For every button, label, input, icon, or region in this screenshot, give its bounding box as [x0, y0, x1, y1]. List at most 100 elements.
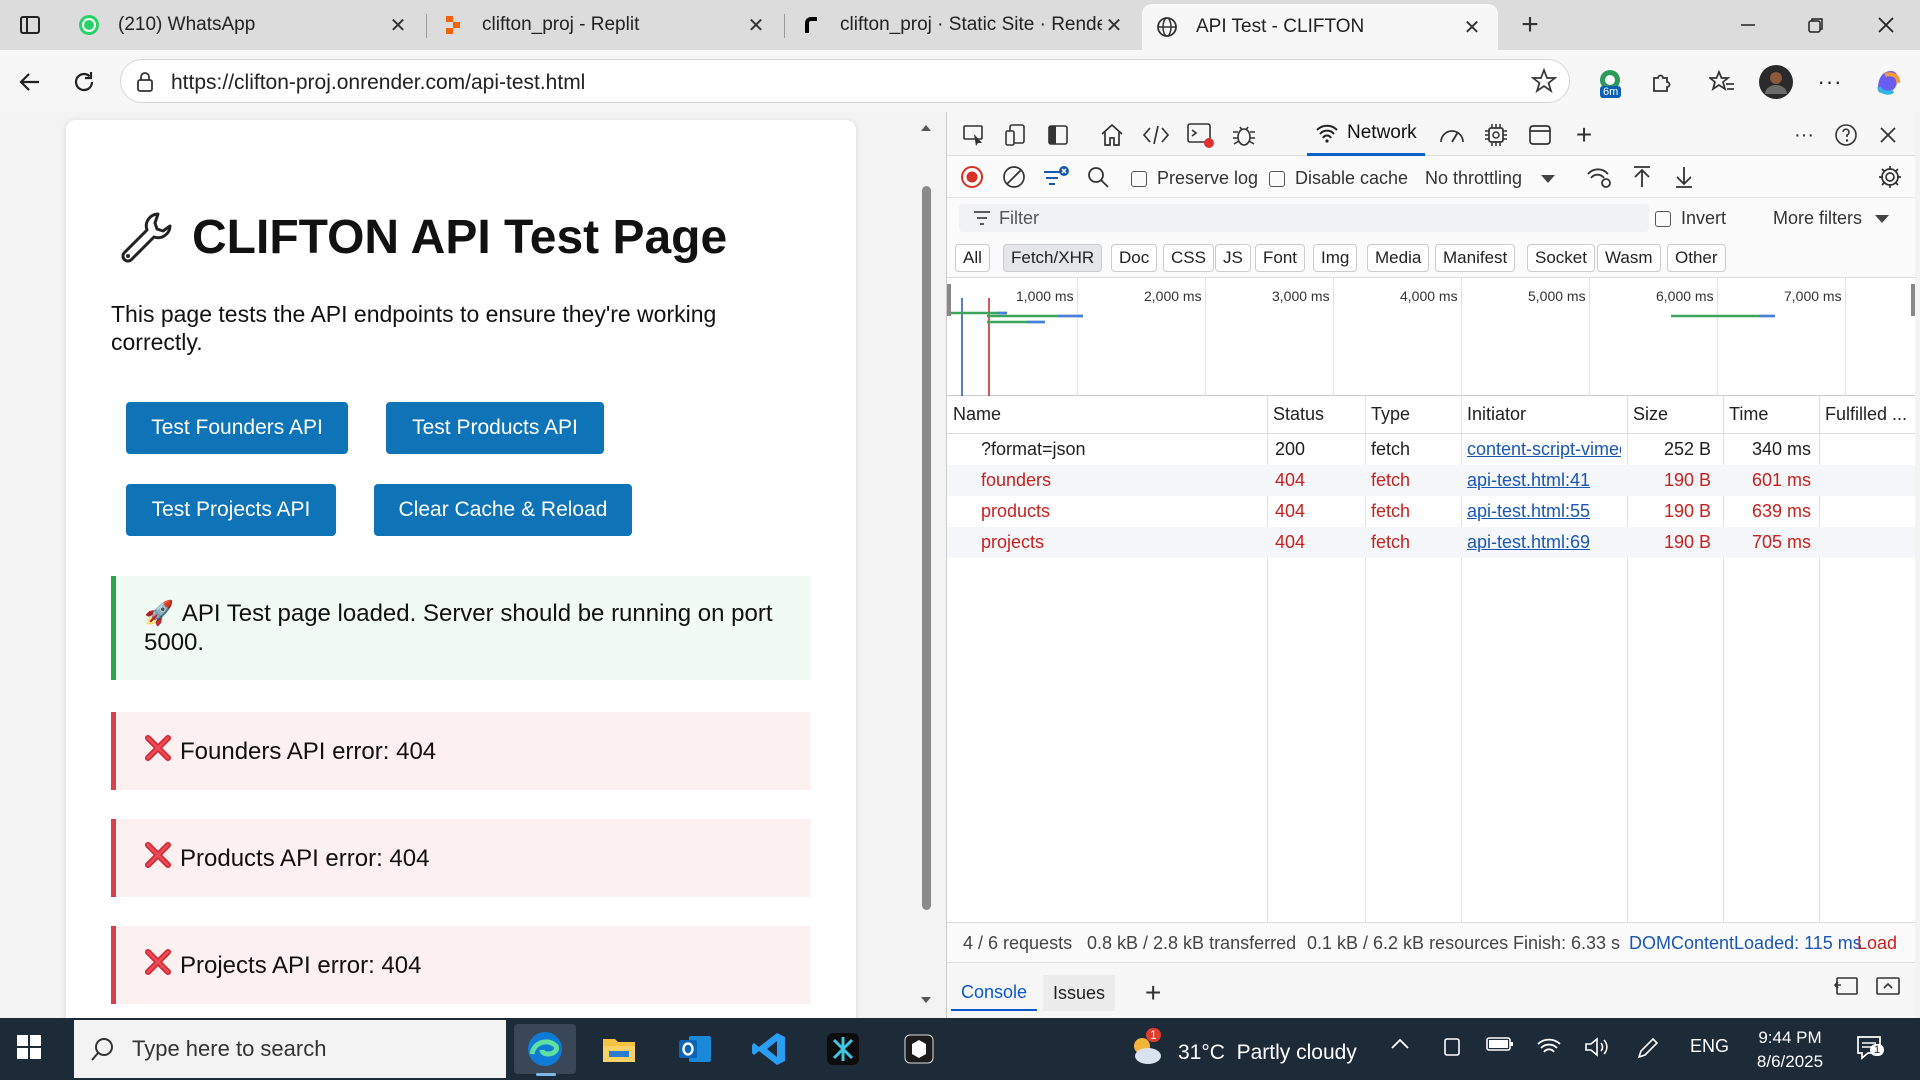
- close-devtools-button[interactable]: [1873, 120, 1903, 150]
- request-initiator[interactable]: content-script-vimeo: [1467, 439, 1621, 460]
- filter-chip-font[interactable]: Font: [1255, 244, 1306, 272]
- dock-drawer-button[interactable]: [1831, 971, 1861, 1001]
- close-tab-icon[interactable]: ✕: [386, 13, 410, 38]
- restore-button[interactable]: [1786, 0, 1846, 50]
- welcome-tab[interactable]: [1097, 120, 1127, 150]
- filter-chip-js[interactable]: JS: [1215, 244, 1251, 272]
- notification-center-button[interactable]: 1: [1856, 1034, 1886, 1062]
- add-drawer-tab-button[interactable]: +: [1135, 975, 1171, 1011]
- throttling-select[interactable]: No throttling: [1425, 168, 1556, 189]
- url-text[interactable]: https://clifton-proj.onrender.com/api-te…: [171, 71, 585, 95]
- tray-wifi[interactable]: [1536, 1036, 1562, 1058]
- device-emulation-button[interactable]: [1001, 120, 1031, 150]
- column-header-status[interactable]: Status: [1267, 396, 1365, 434]
- import-har-button[interactable]: [1627, 162, 1657, 192]
- new-tab-button[interactable]: +: [1510, 6, 1550, 44]
- settings-more-button[interactable]: ···: [1810, 62, 1850, 102]
- preserve-log-checkbox[interactable]: Preserve log: [1131, 168, 1258, 189]
- tab-replit[interactable]: clifton_proj - Replit ✕: [428, 0, 782, 50]
- table-row[interactable]: products 404 fetch api-test.html:55 190 …: [947, 496, 1915, 527]
- tab-api-test[interactable]: API Test - CLIFTON ✕: [1142, 4, 1498, 50]
- page-scrollbar[interactable]: [918, 112, 934, 1018]
- toggle-drawer-button[interactable]: [1873, 971, 1903, 1001]
- filter-chip-manifest[interactable]: Manifest: [1435, 244, 1516, 272]
- table-row[interactable]: projects 404 fetch api-test.html:69 190 …: [947, 527, 1915, 558]
- record-button[interactable]: [957, 162, 987, 192]
- tab-whatsapp[interactable]: (210) WhatsApp ✕: [64, 0, 424, 50]
- memory-tab[interactable]: [1481, 120, 1511, 150]
- close-tab-icon[interactable]: ✕: [1460, 15, 1484, 40]
- column-header-fulfilled[interactable]: Fulfilled ...: [1819, 396, 1915, 434]
- dock-side-button[interactable]: [1043, 120, 1073, 150]
- network-conditions-button[interactable]: [1585, 162, 1615, 192]
- taskbar-edge[interactable]: [514, 1024, 576, 1076]
- copilot-button[interactable]: [1868, 62, 1908, 102]
- filter-toggle-button[interactable]: [1041, 162, 1071, 192]
- drawer-tab-console[interactable]: Console: [951, 975, 1038, 1011]
- sources-tab[interactable]: [1229, 120, 1259, 150]
- application-tab[interactable]: [1525, 120, 1555, 150]
- table-row[interactable]: founders 404 fetch api-test.html:41 190 …: [947, 465, 1915, 496]
- tray-battery[interactable]: [1486, 1036, 1514, 1052]
- start-button[interactable]: [16, 1034, 42, 1065]
- close-window-button[interactable]: [1856, 0, 1916, 50]
- scroll-down-arrow-icon[interactable]: [918, 992, 934, 1008]
- tab-actions-button[interactable]: [10, 8, 50, 42]
- taskbar-outlook[interactable]: [664, 1024, 726, 1074]
- filter-chip-img[interactable]: Img: [1313, 244, 1358, 272]
- tab-render[interactable]: clifton_proj · Static Site · Render ✕: [786, 0, 1140, 50]
- column-header-time[interactable]: Time: [1723, 396, 1819, 434]
- favorite-star-icon[interactable]: [1531, 68, 1557, 94]
- column-header-size[interactable]: Size: [1627, 396, 1723, 434]
- customize-devtools-button[interactable]: ···: [1789, 120, 1819, 150]
- column-header-initiator[interactable]: Initiator: [1461, 396, 1627, 434]
- filter-input[interactable]: Filter: [959, 204, 1649, 232]
- extensions-button[interactable]: [1642, 62, 1682, 102]
- elements-tab[interactable]: [1141, 120, 1171, 150]
- minimize-button[interactable]: [1718, 0, 1778, 50]
- checkbox-box[interactable]: [1655, 210, 1671, 227]
- devtools-help-button[interactable]: [1831, 120, 1861, 150]
- request-initiator[interactable]: api-test.html:55: [1467, 501, 1621, 522]
- network-tab[interactable]: Network: [1307, 112, 1425, 156]
- reload-button[interactable]: [64, 62, 104, 102]
- filter-chip-wasm[interactable]: Wasm: [1597, 244, 1661, 272]
- taskbar-vscode[interactable]: [738, 1024, 800, 1074]
- taskbar-clock[interactable]: 9:44 PM 8/6/2025: [1740, 1026, 1840, 1074]
- close-tab-icon[interactable]: ✕: [744, 13, 768, 38]
- profile-avatar[interactable]: [1756, 62, 1796, 102]
- favorites-button[interactable]: [1702, 62, 1742, 102]
- address-bar[interactable]: https://clifton-proj.onrender.com/api-te…: [120, 59, 1570, 103]
- scrollbar-thumb[interactable]: [922, 186, 931, 910]
- close-tab-icon[interactable]: ✕: [1102, 13, 1126, 38]
- test-projects-button[interactable]: Test Projects API: [126, 484, 336, 536]
- disable-cache-checkbox[interactable]: Disable cache: [1269, 168, 1408, 189]
- network-overview-timeline[interactable]: 1,000 ms 2,000 ms 3,000 ms 4,000 ms 5,00…: [947, 278, 1915, 396]
- request-initiator[interactable]: api-test.html:69: [1467, 532, 1621, 553]
- clear-log-button[interactable]: [999, 162, 1029, 192]
- export-har-button[interactable]: [1669, 162, 1699, 192]
- tray-overflow-button[interactable]: [1390, 1036, 1410, 1050]
- clear-cache-button[interactable]: Clear Cache & Reload: [374, 484, 632, 536]
- taskbar-search-box[interactable]: Type here to search: [74, 1020, 506, 1078]
- back-button[interactable]: [10, 62, 50, 102]
- filter-chip-other[interactable]: Other: [1667, 244, 1726, 272]
- weather-widget[interactable]: 1 31°C Partly cloudy: [1128, 1028, 1357, 1072]
- taskbar-app-box[interactable]: [888, 1024, 950, 1074]
- tray-language[interactable]: ENG: [1690, 1036, 1729, 1057]
- filter-chip-media[interactable]: Media: [1367, 244, 1430, 272]
- invert-checkbox[interactable]: Invert: [1655, 208, 1726, 229]
- taskbar-app-dark[interactable]: [812, 1024, 874, 1074]
- network-settings-button[interactable]: [1875, 162, 1905, 192]
- more-tools-button[interactable]: +: [1569, 119, 1599, 150]
- inspect-element-button[interactable]: [959, 120, 989, 150]
- filter-chip-all[interactable]: All: [955, 244, 990, 272]
- drawer-tab-issues[interactable]: Issues: [1043, 975, 1116, 1011]
- tray-volume[interactable]: [1584, 1036, 1610, 1058]
- filter-chip-socket[interactable]: Socket: [1527, 244, 1595, 272]
- tray-pen[interactable]: [1636, 1036, 1660, 1060]
- more-filters-dropdown[interactable]: More filters: [1773, 208, 1890, 229]
- column-header-type[interactable]: Type: [1365, 396, 1461, 434]
- request-initiator[interactable]: api-test.html:41: [1467, 470, 1621, 491]
- performance-tab[interactable]: [1437, 120, 1467, 150]
